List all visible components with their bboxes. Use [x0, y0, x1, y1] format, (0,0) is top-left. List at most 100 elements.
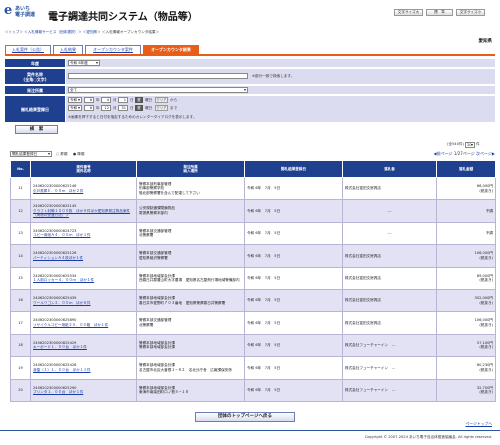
row-price: 106,000円 (税抜き): [436, 244, 496, 268]
table-row: 13 2406202300000624723 コピー用紙Ａ４．００ｍ ほか１件 警察本…: [10, 221, 496, 246]
breadcrumb-top[interactable]: トップ: [9, 30, 20, 34]
to-day-unit: 日: [130, 106, 134, 110]
breadcrumb: ＜トップ＞ ＜入札情報サービス（団体選択）＞ ＜愛知県＞ ＜入札情報オープンカウ…: [5, 30, 160, 34]
breadcrumb-org-select[interactable]: 入札情報サービス（団体選択）: [28, 30, 78, 34]
hacchu-select[interactable]: 全て: [68, 87, 248, 93]
from-suffix: から: [170, 98, 178, 102]
table-row: 16 2406202300000625439 ワールワゴン２．００ｍ ほか８件 警察本…: [10, 288, 496, 313]
tab-bid-notice[interactable]: 入札案件（公告）: [5, 45, 51, 54]
row-anken-name-link[interactable]: コピー用紙Ａ４．００ｍ ほか１件: [33, 233, 134, 238]
row-place: 西春日井郡豊山町大字豊場 愛知県名古屋飛行場地域警備部内: [139, 278, 240, 283]
row-date: 令和 6年 7月 5日: [244, 288, 343, 313]
row-place: 名古屋市北区大曽根１−８２ 名北分庁舎 広報課保安係: [139, 367, 232, 372]
col-price: 落札金額: [436, 160, 496, 178]
row-org: 警察本部交通部管理 愛知県稲沢警察署: [136, 244, 245, 268]
header: e あいち 電子調達 電子調達共同システム（物品等） 文字サイズ大 標 準 文字…: [0, 0, 500, 26]
table-row: 20 2406202300000625290 プリンタ１．００台 ほか１件 警察本部地…: [10, 378, 496, 402]
row-org: 警察本部地域部会計課 警察本部地域部会計課: [136, 333, 245, 358]
row-date: 令和 6年 7月 5日: [244, 266, 343, 290]
sort-asc-radio[interactable]: ○ 昇順: [56, 152, 67, 157]
to-month-unit: 月: [113, 106, 117, 110]
row-anken: 2406202300000625534 １人用ロッカー４．００ｍ ほか１件: [30, 266, 137, 290]
tab-open-counter-result[interactable]: オープンカウンタ結果: [143, 45, 199, 54]
row-winner: 株式会社フューチャーイン …: [342, 333, 437, 358]
row-anken-name-link[interactable]: ワールワゴン２．００ｍ ほか８件: [33, 301, 134, 306]
from-clear-button[interactable]: クリア: [155, 97, 168, 103]
tab-open-counter[interactable]: オープンカウンタ案件: [85, 45, 141, 54]
row-anken-name-link[interactable]: プリンタ１．００台 ほか１件: [33, 390, 134, 395]
row-price: 89,000円 (税抜き): [436, 266, 496, 290]
next-page-icon[interactable]: ▶: [492, 151, 495, 156]
row-date: 令和 6年 7月 5日: [244, 244, 343, 268]
next-page-link[interactable]: 次ページ: [476, 151, 492, 156]
font-size-standard-button[interactable]: 標 準: [426, 9, 453, 16]
row-no: 11: [10, 176, 31, 201]
from-month-input[interactable]: 4: [101, 97, 111, 103]
date-label: 開札結果登録日: [5, 96, 65, 122]
row-anken: 2406202300000625890 リサイクルコピー用紙２０．００箱 ほか１件: [30, 311, 137, 335]
row-anken: 2406202300000625146 引戸書庫Ｅ．００ｍ ほか２件: [30, 176, 137, 201]
sort-field-select[interactable]: 開札結果登録日: [10, 151, 52, 157]
row-place: 東海市南柴田町ロノ割５−１８: [139, 390, 189, 395]
row-anken-name-link[interactable]: 引戸書庫Ｅ．００ｍ ほか２件: [33, 189, 134, 194]
result-count: (全540件) 20 件: [447, 141, 480, 148]
nendo-select[interactable]: 令和 6年度: [68, 60, 100, 66]
row-price: 66,000円 (税抜き): [436, 176, 496, 201]
tab-bid-result[interactable]: 入札結果: [53, 45, 83, 54]
row-anken: 2406202300000625290 プリンタ１．００台 ほか１件: [30, 378, 137, 402]
to-year-input[interactable]: 6: [84, 105, 94, 111]
anken-input[interactable]: [68, 73, 248, 79]
row-anken-name-link[interactable]: 液晶（１）１．００台 ほか１１件: [33, 368, 134, 373]
from-year-input[interactable]: 6: [84, 97, 94, 103]
to-month-input[interactable]: 12: [101, 105, 111, 111]
tab-underline: [5, 54, 495, 56]
row-anken-name-link[interactable]: リサイクルコピー用紙２０．００箱 ほか１件: [33, 323, 134, 328]
row-org: 警察本部地域部会計課 名古屋市北区大曽根１−８２ 名北分庁舎 広報課保安係: [136, 356, 245, 380]
result-count-text: (全540件): [447, 142, 464, 146]
back-to-org-top-button[interactable]: 団体のトップページへ戻る: [195, 412, 295, 422]
sort-desc-radio[interactable]: ● 降順: [73, 152, 84, 157]
from-calendar-icon[interactable]: 暦: [135, 97, 143, 103]
from-day-input[interactable]: 1: [118, 97, 128, 103]
font-size-large-button[interactable]: 文字サイズ大: [394, 9, 423, 16]
col-org: 発注所属 納入場所: [136, 160, 245, 178]
col-date: 開札結果登録日: [244, 160, 343, 178]
page-top-link[interactable]: ページトップへ: [465, 421, 492, 427]
row-anken-name-link[interactable]: クラフト封筒１０００枚 ほか８件ほか愛知県発注物品案件（荷物の受渡方法）＞: [33, 209, 134, 218]
row-org: 警察本部地域部会計課 西春日井郡豊山町大字豊場 愛知県名古屋飛行場地域警備部内: [136, 266, 245, 290]
row-org: 警察本部地域部会計課 東海市南柴田町ロノ割５−１８: [136, 378, 245, 402]
anken-label: 案件名称 (全角○文字): [5, 69, 65, 84]
search-button[interactable]: 検 索: [15, 125, 58, 134]
row-anken-name-link[interactable]: パーティションＡ４枚ほか１件: [33, 256, 134, 261]
table-row: 15 2406202300000625534 １人用ロッカー４．００ｍ ほか１件 警察…: [10, 266, 496, 290]
breadcrumb-pref[interactable]: 愛知県: [86, 30, 97, 34]
row-org: 警察本部交通部管理 北警察署: [136, 221, 245, 246]
to-clear-button[interactable]: クリア: [155, 105, 168, 111]
logo-line2: 電子調達: [15, 12, 36, 18]
page-size-suffix: 件: [476, 142, 480, 146]
page-size-select[interactable]: 20: [465, 142, 476, 148]
row-date: 令和 6年 7月 5日: [244, 311, 343, 335]
font-size-small-button[interactable]: 文字サイズ小: [456, 9, 485, 16]
to-calendar-icon[interactable]: 暦: [135, 105, 143, 111]
row-anken-name-link[interactable]: １人用ロッカー４．００ｍ ほか１件: [33, 278, 134, 283]
row-no: 16: [10, 288, 31, 313]
col-no: No.: [10, 160, 31, 178]
to-era-select[interactable]: 令和: [68, 105, 82, 111]
table-row: 18 2406202300000625429 キーボード１．００台 ほか１件 警察本部…: [10, 333, 496, 358]
row-winner: 株式会社富田文房具店: [342, 266, 437, 290]
from-era-select[interactable]: 令和: [68, 97, 82, 103]
to-suffix: まで: [170, 106, 178, 110]
row-place: 尾張県警察本部内: [139, 211, 168, 216]
to-day-input[interactable]: 31: [118, 105, 128, 111]
row-org: 警察本部刑事部管理 刑事部警察学校 陸北部警察署を含んで配達して下さい: [136, 176, 245, 201]
copyright: Copyright © 2007-2024 あいち電子自治体推進協議会. All…: [364, 435, 492, 439]
system-title: 電子調達共同システム（物品等）: [48, 12, 198, 23]
row-no: 14: [10, 244, 31, 268]
row-date: 令和 6年 7月 5日: [244, 333, 343, 358]
row-date: 令和 6年 7月 5日: [244, 221, 343, 246]
prev-page-link[interactable]: 前ページ: [437, 151, 453, 156]
from-month-unit: 月: [113, 98, 117, 102]
row-anken-name-link[interactable]: キーボード１．００台 ほか１件: [33, 345, 134, 350]
row-nendo: 年度 令和 6年度: [5, 59, 495, 68]
